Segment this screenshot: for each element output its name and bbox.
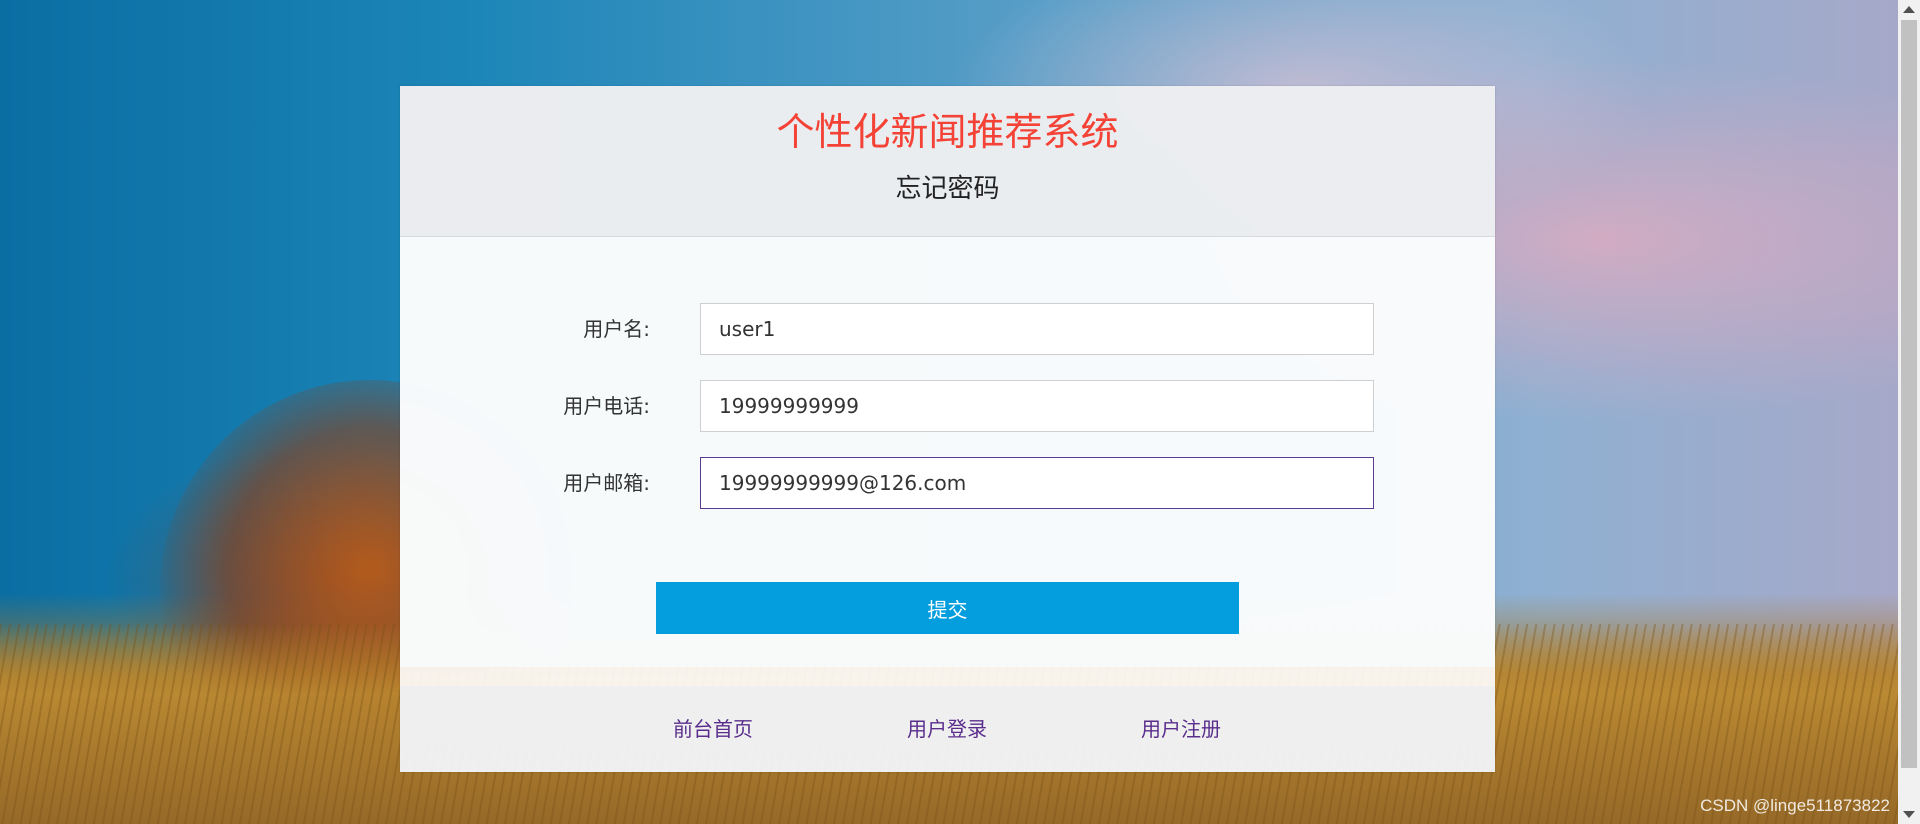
username-row: 用户名: (400, 303, 1495, 355)
system-title: 个性化新闻推荐系统 (776, 110, 1119, 154)
vertical-scrollbar[interactable] (1898, 0, 1920, 824)
email-input[interactable] (700, 457, 1374, 509)
register-link[interactable]: 用户注册 (1111, 686, 1251, 772)
submit-button[interactable]: 提交 (656, 582, 1239, 634)
scroll-up-icon[interactable] (1903, 6, 1915, 13)
card-header: 个性化新闻推荐系统 忘记密码 (400, 86, 1495, 237)
phone-row: 用户电话: (400, 380, 1495, 432)
scroll-down-icon[interactable] (1903, 811, 1915, 818)
email-row: 用户邮箱: (400, 457, 1495, 509)
username-input[interactable] (700, 303, 1374, 355)
forgot-password-card: 个性化新闻推荐系统 忘记密码 用户名: 用户电话: 用户邮箱: 提交 前台首页 … (400, 86, 1495, 772)
phone-input[interactable] (700, 380, 1374, 432)
login-link[interactable]: 用户登录 (877, 686, 1017, 772)
email-label: 用户邮箱: (563, 471, 650, 495)
page-background: 个性化新闻推荐系统 忘记密码 用户名: 用户电话: 用户邮箱: 提交 前台首页 … (0, 0, 1920, 824)
card-footer: 前台首页 用户登录 用户注册 (400, 686, 1495, 772)
scroll-thumb[interactable] (1901, 20, 1917, 768)
forgot-password-form: 用户名: 用户电话: 用户邮箱: 提交 (400, 237, 1495, 667)
watermark: CSDN @linge511873822 (1700, 796, 1890, 815)
page-title: 忘记密码 (895, 173, 1000, 204)
username-label: 用户名: (583, 317, 650, 341)
phone-label: 用户电话: (563, 394, 650, 418)
home-link[interactable]: 前台首页 (643, 686, 783, 772)
